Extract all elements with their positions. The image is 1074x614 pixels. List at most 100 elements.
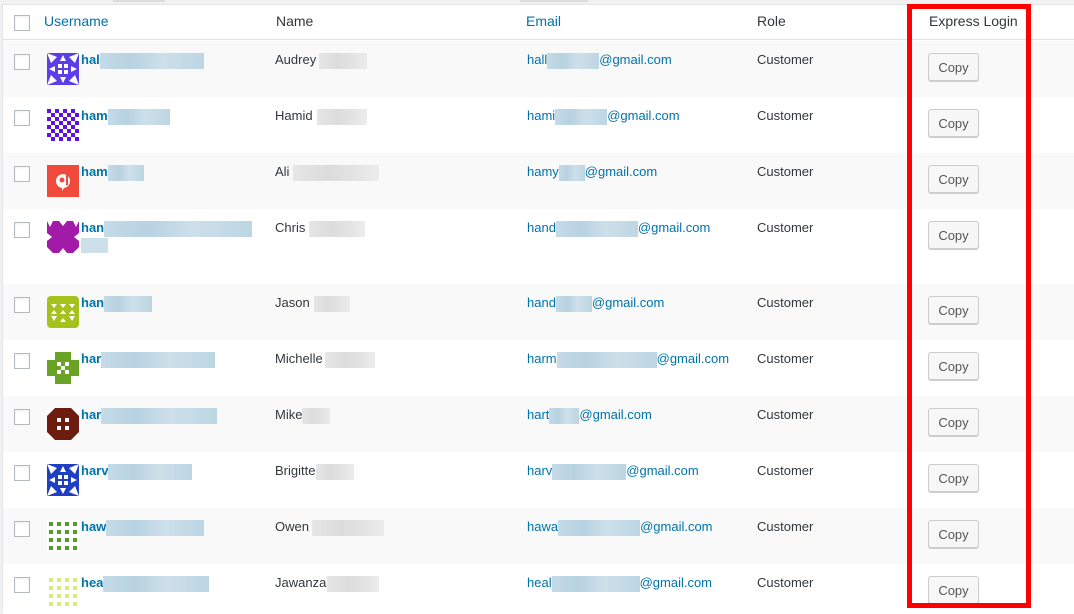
- row-checkbox[interactable]: [14, 353, 30, 369]
- identicon-star-icon: [47, 464, 79, 496]
- role-cell: Customer: [757, 295, 814, 310]
- email-domain[interactable]: @gmail.com: [640, 575, 712, 590]
- email-prefix[interactable]: hamy: [527, 164, 559, 179]
- username-text[interactable]: harv: [81, 463, 108, 478]
- email-prefix[interactable]: hand: [527, 295, 556, 310]
- table-row: ham Ali hamy @gmail.com Customer Copy: [3, 153, 1074, 209]
- email-link[interactable]: hand @gmail.com: [527, 295, 664, 312]
- email-link[interactable]: hamy @gmail.com: [527, 164, 657, 181]
- redacted-email: [555, 108, 608, 125]
- email-domain[interactable]: @gmail.com: [638, 220, 710, 235]
- copy-express-login-button[interactable]: Copy: [928, 296, 979, 324]
- email-domain[interactable]: @gmail.com: [626, 463, 698, 478]
- email-prefix[interactable]: hami: [527, 108, 555, 123]
- first-name: Jawanza: [275, 575, 327, 590]
- select-all-checkbox[interactable]: [14, 15, 30, 31]
- email-link[interactable]: hami @gmail.com: [527, 108, 680, 125]
- email-link[interactable]: hall @gmail.com: [527, 52, 672, 69]
- username-link[interactable]: hal: [81, 52, 204, 69]
- email-domain[interactable]: @gmail.com: [592, 295, 664, 310]
- username-text[interactable]: har: [81, 351, 101, 366]
- email-domain[interactable]: @gmail.com: [607, 108, 679, 123]
- email-domain[interactable]: @gmail.com: [585, 164, 657, 179]
- username-text[interactable]: han: [81, 220, 104, 235]
- username-text[interactable]: ham: [81, 164, 108, 179]
- identicon-star-icon: [47, 53, 79, 85]
- email-prefix[interactable]: harv: [527, 463, 552, 478]
- email-prefix[interactable]: heal: [527, 575, 552, 590]
- copy-express-login-button[interactable]: Copy: [928, 53, 979, 81]
- row-checkbox[interactable]: [14, 110, 30, 126]
- email-link[interactable]: hawa @gmail.com: [527, 519, 713, 536]
- role-cell: Customer: [757, 52, 814, 67]
- username-link[interactable]: haw: [81, 519, 205, 536]
- row-checkbox[interactable]: [14, 222, 30, 238]
- redacted-username: [108, 463, 193, 480]
- role-cell: Customer: [757, 220, 814, 235]
- username-text[interactable]: ham: [81, 108, 108, 123]
- copy-express-login-button[interactable]: Copy: [928, 221, 979, 249]
- email-prefix[interactable]: harm: [527, 351, 557, 366]
- username-text[interactable]: haw: [81, 519, 106, 534]
- copy-express-login-button[interactable]: Copy: [928, 109, 979, 137]
- table-row: harv Brigitte harv @gmail.com Customer Copy: [3, 452, 1074, 508]
- row-checkbox[interactable]: [14, 297, 30, 313]
- first-name: Audrey: [275, 52, 317, 67]
- username-link[interactable]: har: [81, 351, 216, 368]
- email-domain[interactable]: @gmail.com: [579, 407, 651, 422]
- username-text[interactable]: han: [81, 295, 104, 310]
- copy-express-login-button[interactable]: Copy: [928, 520, 979, 548]
- copy-express-login-button[interactable]: Copy: [928, 408, 979, 436]
- username-link[interactable]: han: [81, 220, 253, 237]
- email-prefix[interactable]: hand: [527, 220, 556, 235]
- name-cell: Audrey: [275, 52, 368, 69]
- username-link[interactable]: hea: [81, 575, 210, 592]
- copy-express-login-button[interactable]: Copy: [928, 352, 979, 380]
- row-checkbox[interactable]: [14, 166, 30, 182]
- email-link[interactable]: heal @gmail.com: [527, 575, 712, 592]
- first-name: Chris: [275, 220, 306, 235]
- username-link[interactable]: harv: [81, 463, 193, 480]
- redacted-username-overflow: [81, 238, 108, 253]
- email-link[interactable]: hart @gmail.com: [527, 407, 652, 424]
- redacted-last-name: [316, 463, 355, 480]
- redacted-last-name: [313, 295, 350, 312]
- identicon-checker-icon: [47, 109, 79, 141]
- username-text[interactable]: hal: [81, 52, 100, 67]
- name-cell: Brigitte: [275, 463, 355, 480]
- column-header-email[interactable]: Email: [526, 13, 561, 29]
- role-cell: Customer: [757, 108, 814, 123]
- row-checkbox[interactable]: [14, 465, 30, 481]
- copy-express-login-button[interactable]: Copy: [928, 165, 979, 193]
- row-checkbox[interactable]: [14, 54, 30, 70]
- username-link[interactable]: han: [81, 295, 153, 312]
- email-link[interactable]: harv @gmail.com: [527, 463, 699, 480]
- row-checkbox[interactable]: [14, 521, 30, 537]
- username-link[interactable]: ham: [81, 164, 144, 181]
- table-row: hal Audrey hall @gmail.com Customer Copy: [3, 41, 1074, 97]
- username-link[interactable]: har: [81, 407, 218, 424]
- email-prefix[interactable]: hawa: [527, 519, 558, 534]
- column-header-username[interactable]: Username: [44, 13, 109, 29]
- email-domain[interactable]: @gmail.com: [640, 519, 712, 534]
- row-checkbox[interactable]: [14, 577, 30, 593]
- role-cell: Customer: [757, 575, 814, 590]
- email-domain[interactable]: @gmail.com: [599, 52, 671, 67]
- table-row: hea Jawanza heal @gmail.com Customer Copy: [3, 564, 1074, 614]
- email-link[interactable]: harm @gmail.com: [527, 351, 729, 368]
- redacted-username: [104, 295, 153, 312]
- email-prefix[interactable]: hart: [527, 407, 549, 422]
- email-prefix[interactable]: hall: [527, 52, 547, 67]
- username-text[interactable]: har: [81, 407, 101, 422]
- row-checkbox[interactable]: [14, 409, 30, 425]
- column-header-role: Role: [757, 13, 786, 29]
- name-cell: Hamid: [275, 108, 367, 125]
- copy-express-login-button[interactable]: Copy: [928, 464, 979, 492]
- redacted-username: [107, 108, 170, 125]
- email-link[interactable]: hand @gmail.com: [527, 220, 710, 237]
- name-cell: Jason: [275, 295, 350, 312]
- copy-express-login-button[interactable]: Copy: [928, 576, 979, 604]
- email-domain[interactable]: @gmail.com: [657, 351, 729, 366]
- username-link[interactable]: ham: [81, 108, 170, 125]
- username-text[interactable]: hea: [81, 575, 103, 590]
